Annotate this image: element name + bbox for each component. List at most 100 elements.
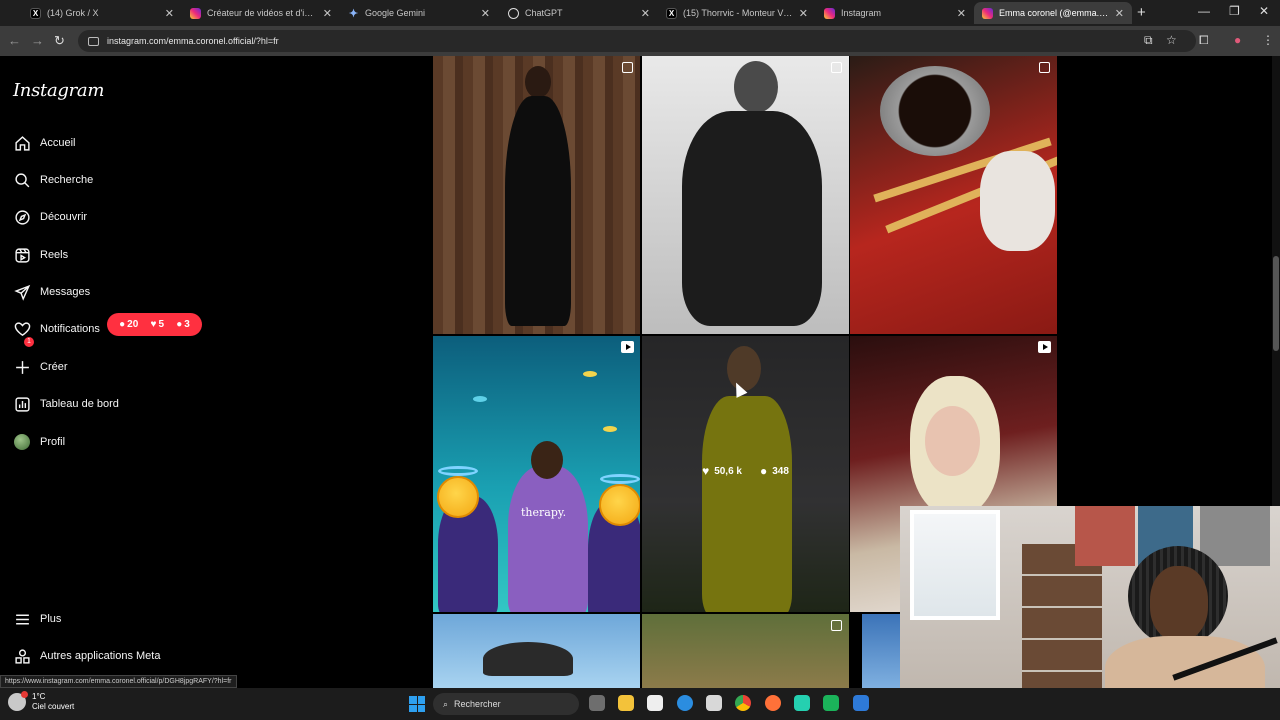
instagram-sidebar: Instagram Accueil Recherche Découvrir Re… — [0, 56, 250, 688]
app-icon[interactable] — [794, 695, 810, 711]
weather-temp: 1°C — [32, 692, 46, 701]
task-view-icon[interactable] — [589, 695, 605, 711]
scrollbar-thumb[interactable] — [1273, 256, 1279, 351]
restore-button[interactable]: ❐ — [1229, 4, 1240, 18]
url-text: instagram.com/emma.coronel.official/?hl=… — [107, 36, 279, 46]
comment-icon: ● — [760, 464, 768, 478]
reel-icon — [1038, 341, 1051, 353]
room-window — [910, 510, 1000, 620]
reload-icon[interactable]: ↻ — [54, 33, 65, 49]
menu-dots-icon[interactable]: ⋮ — [1262, 33, 1274, 47]
post-tile[interactable]: therapy. — [433, 336, 640, 612]
post-tile[interactable] — [433, 56, 640, 334]
extensions-icon[interactable]: ⧠ — [1199, 33, 1209, 48]
browser-tab[interactable]: X (14) Grok / X ✕ — [22, 2, 182, 24]
app-icon[interactable] — [853, 695, 869, 711]
plus-icon — [13, 358, 31, 376]
profile-icon[interactable]: ● — [1234, 33, 1241, 47]
weather-icon — [8, 691, 28, 711]
firefox-icon[interactable] — [765, 695, 781, 711]
post-tile[interactable] — [433, 614, 640, 688]
weather-widget[interactable]: 1°C Ciel couvert — [8, 691, 75, 712]
comments-count: 348 — [772, 465, 789, 477]
new-tab-button[interactable]: + — [1137, 4, 1146, 21]
file-explorer-icon[interactable] — [618, 695, 634, 711]
nav-label: Créer — [40, 361, 68, 373]
webcam-overlay — [900, 506, 1280, 696]
post-tile[interactable] — [642, 614, 849, 688]
close-icon[interactable]: ✕ — [165, 7, 174, 20]
nav-dashboard[interactable]: Tableau de bord — [13, 391, 119, 417]
reel-icon — [621, 341, 634, 353]
close-icon[interactable]: ✕ — [481, 7, 490, 20]
meta-apps-icon — [13, 647, 31, 665]
nav-explore[interactable]: Découvrir — [13, 204, 87, 230]
instagram-logo[interactable]: Instagram — [13, 80, 104, 101]
address-bar[interactable]: instagram.com/emma.coronel.official/?hl=… — [78, 30, 1196, 52]
close-icon[interactable]: ✕ — [323, 7, 332, 20]
cast-icon[interactable]: ⧉ — [1144, 33, 1153, 48]
close-window-button[interactable]: ✕ — [1259, 4, 1269, 18]
nav-label: Plus — [40, 613, 62, 625]
edge-icon[interactable] — [677, 695, 693, 711]
heart-icon — [13, 320, 31, 338]
post-tile[interactable] — [642, 56, 849, 334]
post-tile[interactable] — [850, 56, 1057, 334]
room-shelf — [1022, 544, 1102, 694]
nav-notifications[interactable]: Notifications — [13, 316, 100, 342]
close-icon[interactable]: ✕ — [1115, 7, 1124, 20]
bookmark-star-icon[interactable]: ☆ — [1166, 33, 1177, 47]
search-icon: ⌕ — [443, 698, 449, 709]
tab-label: Créateur de vidéos et d'images — [207, 8, 317, 18]
close-icon[interactable]: ✕ — [799, 7, 808, 20]
post-tile[interactable] — [862, 614, 902, 688]
tab-label: Instagram — [841, 8, 882, 18]
tab-label: (15) Thorrvic - Monteur Vidéo — [683, 8, 793, 18]
carousel-icon — [831, 620, 842, 631]
browser-tab-bar: X (14) Grok / X ✕ Créateur de vidéos et … — [0, 0, 1280, 26]
browser-tab[interactable]: ChatGPT ✕ — [500, 2, 658, 24]
nav-home[interactable]: Accueil — [13, 130, 75, 156]
messenger-icon — [13, 283, 31, 301]
nav-profile[interactable]: Profil — [13, 429, 65, 455]
instagram-icon — [982, 7, 993, 19]
back-icon[interactable]: ← — [8, 33, 21, 48]
nav-label: Découvrir — [40, 211, 88, 223]
nav-meta-apps[interactable]: Autres applications Meta — [13, 643, 160, 669]
forward-icon[interactable]: → — [31, 33, 44, 48]
home-icon — [13, 134, 31, 152]
browser-tab-active[interactable]: Emma coronel (@emma.coronel) ✕ — [974, 2, 1132, 24]
follow-count: 3 — [184, 319, 190, 330]
store-icon[interactable] — [706, 695, 722, 711]
taskbar-search[interactable]: ⌕ Rechercher — [433, 693, 579, 715]
chrome-icon[interactable] — [735, 695, 751, 711]
nav-reels[interactable]: Reels — [13, 242, 68, 268]
nav-more[interactable]: Plus — [13, 606, 61, 632]
smiling-halo-emoji — [437, 476, 479, 518]
nav-label: Messages — [40, 286, 91, 298]
app-icon[interactable] — [823, 695, 839, 711]
site-info-icon[interactable] — [88, 36, 99, 46]
browser-toolbar: ← → ↻ instagram.com/emma.coronel.officia… — [0, 26, 1280, 56]
nav-messages[interactable]: Messages — [13, 279, 90, 305]
windows-start-icon[interactable] — [409, 696, 425, 712]
minimize-button[interactable]: — — [1198, 4, 1210, 18]
tab-label: Emma coronel (@emma.coronel) — [999, 8, 1109, 18]
browser-tab[interactable]: Instagram ✕ — [816, 2, 974, 24]
nav-search[interactable]: Recherche — [13, 167, 93, 193]
browser-tab[interactable]: ✦ Google Gemini ✕ — [340, 2, 498, 24]
comment-icon: ● — [119, 319, 126, 330]
tab-label: (14) Grok / X — [47, 8, 99, 18]
x-icon: X — [666, 7, 677, 19]
notepad-icon[interactable] — [647, 695, 663, 711]
close-icon[interactable]: ✕ — [957, 7, 966, 20]
close-icon[interactable]: ✕ — [641, 7, 650, 20]
notifications-tooltip[interactable]: ● 20 ♥ 5 ● 3 — [107, 313, 202, 336]
x-icon: X — [30, 7, 41, 19]
nav-create[interactable]: Créer — [13, 354, 68, 380]
post-tile-hovered[interactable]: ♥ 50,6 k ● 348 — [642, 336, 849, 612]
weather-desc: Ciel couvert — [32, 702, 75, 711]
follower-icon: ● — [176, 319, 183, 330]
browser-tab[interactable]: X (15) Thorrvic - Monteur Vidéo ✕ — [658, 2, 816, 24]
browser-tab[interactable]: Créateur de vidéos et d'images ✕ — [182, 2, 340, 24]
